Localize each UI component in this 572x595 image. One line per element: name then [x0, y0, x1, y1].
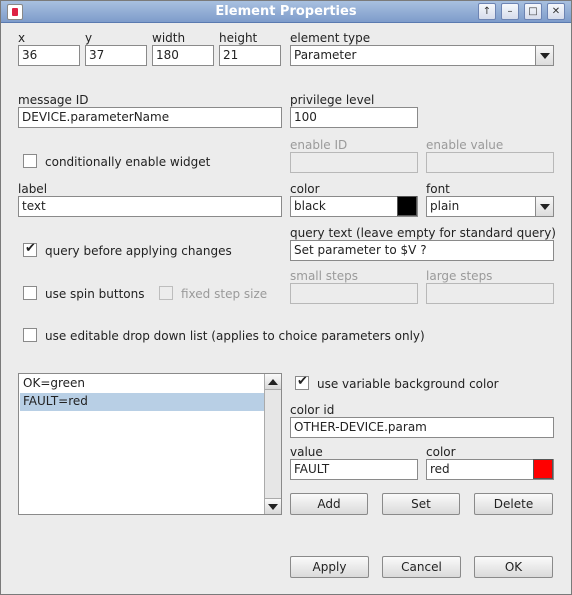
font-select[interactable]: plain: [426, 196, 554, 217]
large-steps-field: [426, 283, 554, 304]
color-swatch[interactable]: [397, 196, 417, 216]
privilege-level-field[interactable]: 100: [290, 107, 418, 128]
font-value: plain: [430, 199, 460, 213]
x-field[interactable]: 36: [18, 45, 80, 66]
conditionally-enable-checkbox[interactable]: [23, 154, 37, 168]
close-icon[interactable]: ✕: [547, 3, 565, 20]
value-field[interactable]: FAULT: [290, 459, 418, 480]
large-steps-label: large steps: [426, 269, 493, 283]
font-label: font: [426, 182, 450, 196]
minimize-icon[interactable]: –: [501, 3, 519, 20]
bg-color-label: color: [426, 445, 456, 459]
small-steps-label: small steps: [290, 269, 358, 283]
cancel-button[interactable]: Cancel: [382, 556, 461, 578]
y-field[interactable]: 37: [85, 45, 147, 66]
conditionally-enable-label: conditionally enable widget: [45, 155, 211, 169]
list-item[interactable]: FAULT=red: [20, 393, 264, 411]
label-field[interactable]: text: [18, 196, 282, 217]
list-scrollbar[interactable]: [264, 374, 281, 514]
color-label: color: [290, 182, 320, 196]
maximize-icon[interactable]: □: [524, 3, 542, 20]
enable-value-label: enable value: [426, 138, 504, 152]
height-label: height: [219, 31, 258, 45]
apply-button[interactable]: Apply: [290, 556, 369, 578]
scroll-up-icon[interactable]: [265, 374, 281, 390]
editable-dropdown-checkbox[interactable]: [23, 328, 37, 342]
small-steps-field: [290, 283, 418, 304]
add-button[interactable]: Add: [290, 493, 368, 515]
value-label: value: [290, 445, 323, 459]
element-type-value: Parameter: [294, 48, 357, 62]
ok-button[interactable]: OK: [474, 556, 553, 578]
query-before-applying-checkbox[interactable]: [23, 241, 37, 257]
message-id-field[interactable]: DEVICE.parameterName: [18, 107, 282, 128]
label-label: label: [18, 182, 48, 196]
color-map-list[interactable]: OK=green FAULT=red: [18, 373, 282, 515]
use-spin-buttons-label: use spin buttons: [45, 287, 145, 301]
enable-id-label: enable ID: [290, 138, 348, 152]
set-button[interactable]: Set: [382, 493, 460, 515]
element-type-label: element type: [290, 31, 371, 45]
color-id-field[interactable]: OTHER-DEVICE.param: [290, 417, 554, 438]
width-field[interactable]: 180: [152, 45, 214, 66]
use-spin-buttons-checkbox[interactable]: [23, 286, 37, 300]
query-text-label: query text (leave empty for standard que…: [290, 226, 556, 240]
element-properties-dialog: Element Properties ↑ – □ ✕ x 36 y 37 wid…: [0, 0, 572, 595]
element-type-select[interactable]: Parameter: [290, 45, 554, 66]
fixed-step-size-label: fixed step size: [181, 287, 268, 301]
variable-background-label: use variable background color: [317, 377, 499, 391]
query-text-field[interactable]: Set parameter to $V ?: [290, 240, 554, 261]
height-field[interactable]: 21: [219, 45, 281, 66]
enable-id-field: [290, 152, 418, 173]
title-bar[interactable]: Element Properties ↑ – □ ✕: [1, 1, 571, 23]
enable-value-field: [426, 152, 554, 173]
bg-color-swatch[interactable]: [533, 459, 553, 479]
chevron-down-icon[interactable]: [535, 46, 553, 65]
list-item[interactable]: OK=green: [20, 375, 264, 393]
color-id-label: color id: [290, 403, 335, 417]
privilege-level-label: privilege level: [290, 93, 375, 107]
scroll-down-icon[interactable]: [265, 498, 281, 514]
y-label: y: [85, 31, 93, 45]
query-before-applying-label: query before applying changes: [45, 244, 232, 258]
width-label: width: [152, 31, 186, 45]
variable-background-checkbox[interactable]: [295, 374, 309, 390]
chevron-down-icon[interactable]: [535, 197, 553, 216]
raise-icon[interactable]: ↑: [478, 3, 496, 20]
delete-button[interactable]: Delete: [474, 493, 553, 515]
fixed-step-size-checkbox: [159, 286, 173, 300]
editable-dropdown-label: use editable drop down list (applies to …: [45, 329, 425, 343]
message-id-label: message ID: [18, 93, 89, 107]
x-label: x: [18, 31, 26, 45]
